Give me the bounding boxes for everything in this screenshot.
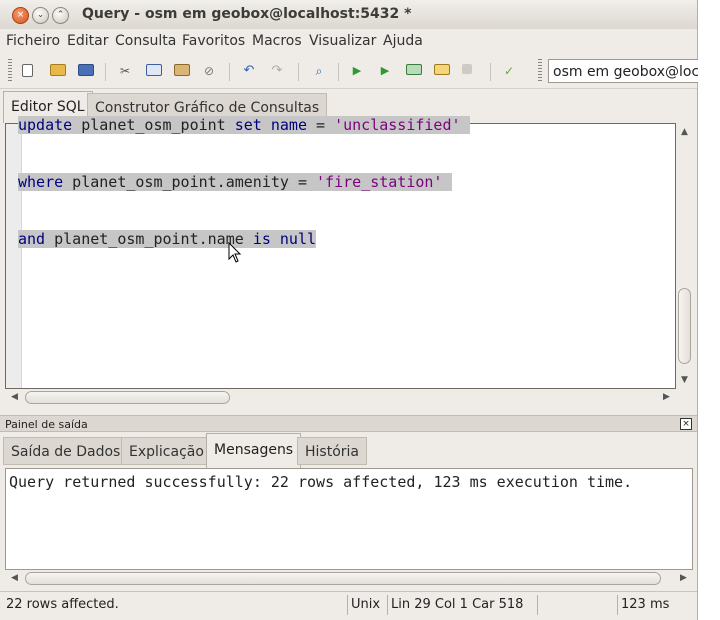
code-token: is [252,230,271,248]
menu-macros[interactable]: Macros [252,33,302,49]
scroll-down-icon[interactable]: ▼ [681,375,688,385]
tab-data-output[interactable]: Saída de Dados [3,437,129,465]
output-horizontal-scroll-thumb[interactable] [25,572,661,585]
title-bar: × ⌄ ⌃ Query - osm em geobox@localhost:54… [0,0,697,30]
window-title: Query - osm em geobox@localhost:5432 * [82,6,412,22]
toolbar-grip[interactable] [8,59,12,83]
cut-icon[interactable]: ✂ [118,64,132,78]
maximize-window-button[interactable]: ⌃ [52,7,69,24]
messages-text: Query returned successfully: 22 rows aff… [9,473,633,491]
code-token: planet_osm_point.name [45,230,253,248]
output-horizontal-scrollbar[interactable]: ◀ ▶ [5,570,693,586]
code-token: set [234,116,262,134]
undo-icon[interactable]: ↶ [242,64,256,78]
connection-combo[interactable]: osm em geobox@localhost:5432 [548,59,698,83]
code-line: and planet_osm_point.name is null [18,230,470,249]
menu-bar: Ficheiro Editar Consulta Favoritos Macro… [0,29,697,54]
tab-history[interactable]: História [297,437,367,465]
code-token: and [18,230,46,248]
menu-ajuda[interactable]: Ajuda [383,33,423,49]
output-panel-title: Painel de saída [5,418,88,431]
code-token: planet_osm_point [72,116,235,134]
code-token: 'unclassified' [334,116,461,134]
code-token: planet_osm_point.amenity = [63,173,317,191]
code-token: 'fire_station' [316,173,443,191]
pane-splitter[interactable] [0,407,697,415]
query-window: × ⌄ ⌃ Query - osm em geobox@localhost:54… [0,0,698,620]
menu-consulta[interactable]: Consulta [115,33,176,49]
copy-icon[interactable] [146,64,162,76]
output-panel-close-button[interactable]: × [680,418,692,430]
editor-horizontal-scroll-thumb[interactable] [25,391,230,404]
code-line: where planet_osm_point.amenity = 'fire_s… [18,173,470,192]
code-token: update [18,116,73,134]
status-bar: 22 rows affected. Unix Lin 29 Col 1 Car … [0,591,697,617]
cancel-query-icon[interactable] [462,64,472,74]
tab-explain[interactable]: Explicação [121,437,212,465]
code-token: = [307,116,335,134]
tab-messages[interactable]: Mensagens [206,433,302,468]
paste-icon[interactable] [174,64,190,76]
new-file-icon[interactable] [22,64,33,77]
menu-favoritos[interactable]: Favoritos [182,33,245,49]
code-token: where [18,173,64,191]
output-tabs: Saída de Dados Explicação Mensagens Hist… [0,433,697,468]
mouse-pointer-icon [228,242,242,263]
vacuum-icon[interactable]: ✓ [502,64,516,78]
redo-icon[interactable]: ↷ [270,64,284,78]
status-extra [537,595,615,615]
editor-horizontal-scrollbar[interactable]: ◀ ▶ [5,389,676,405]
close-window-button[interactable]: × [12,7,29,24]
scroll-up-icon[interactable]: ▲ [681,127,688,137]
scroll-right-icon[interactable]: ▶ [680,573,687,583]
sql-code[interactable]: update planet_osm_point set name = 'uncl… [18,78,470,287]
menu-visualizar[interactable]: Visualizar [309,33,376,49]
clear-icon[interactable]: ⊘ [202,64,216,78]
toolbar-separator [490,63,491,81]
explain-analyze-icon[interactable] [434,64,450,75]
open-file-icon[interactable] [50,64,66,76]
output-panel-header: Painel de saída [0,415,697,432]
code-token: null [279,230,317,248]
messages-output[interactable]: Query returned successfully: 22 rows aff… [5,468,693,570]
code-token: name [270,116,307,134]
status-cursor-position: Lin 29 Col 1 Car 518 [387,595,537,615]
scroll-left-icon[interactable]: ◀ [11,392,18,402]
explain-icon[interactable] [406,64,422,75]
execute-file-icon[interactable]: ▶ [378,64,392,78]
editor-vertical-scroll-thumb[interactable] [678,288,691,364]
save-icon[interactable] [78,64,94,76]
find-icon[interactable]: ⌕ [312,64,326,78]
menu-ficheiro[interactable]: Ficheiro [6,33,60,49]
minimize-window-button[interactable]: ⌄ [32,7,49,24]
execute-icon[interactable]: ▶ [350,64,364,78]
scroll-right-icon[interactable]: ▶ [663,392,670,402]
scroll-left-icon[interactable]: ◀ [11,573,18,583]
status-execution-time: 123 ms [617,595,695,615]
code-line: update planet_osm_point set name = 'uncl… [18,116,470,135]
toolbar-grip[interactable] [538,59,542,83]
status-line-ending: Unix [347,595,387,615]
menu-editar[interactable]: Editar [67,33,108,49]
status-message: 22 rows affected. [6,597,119,612]
